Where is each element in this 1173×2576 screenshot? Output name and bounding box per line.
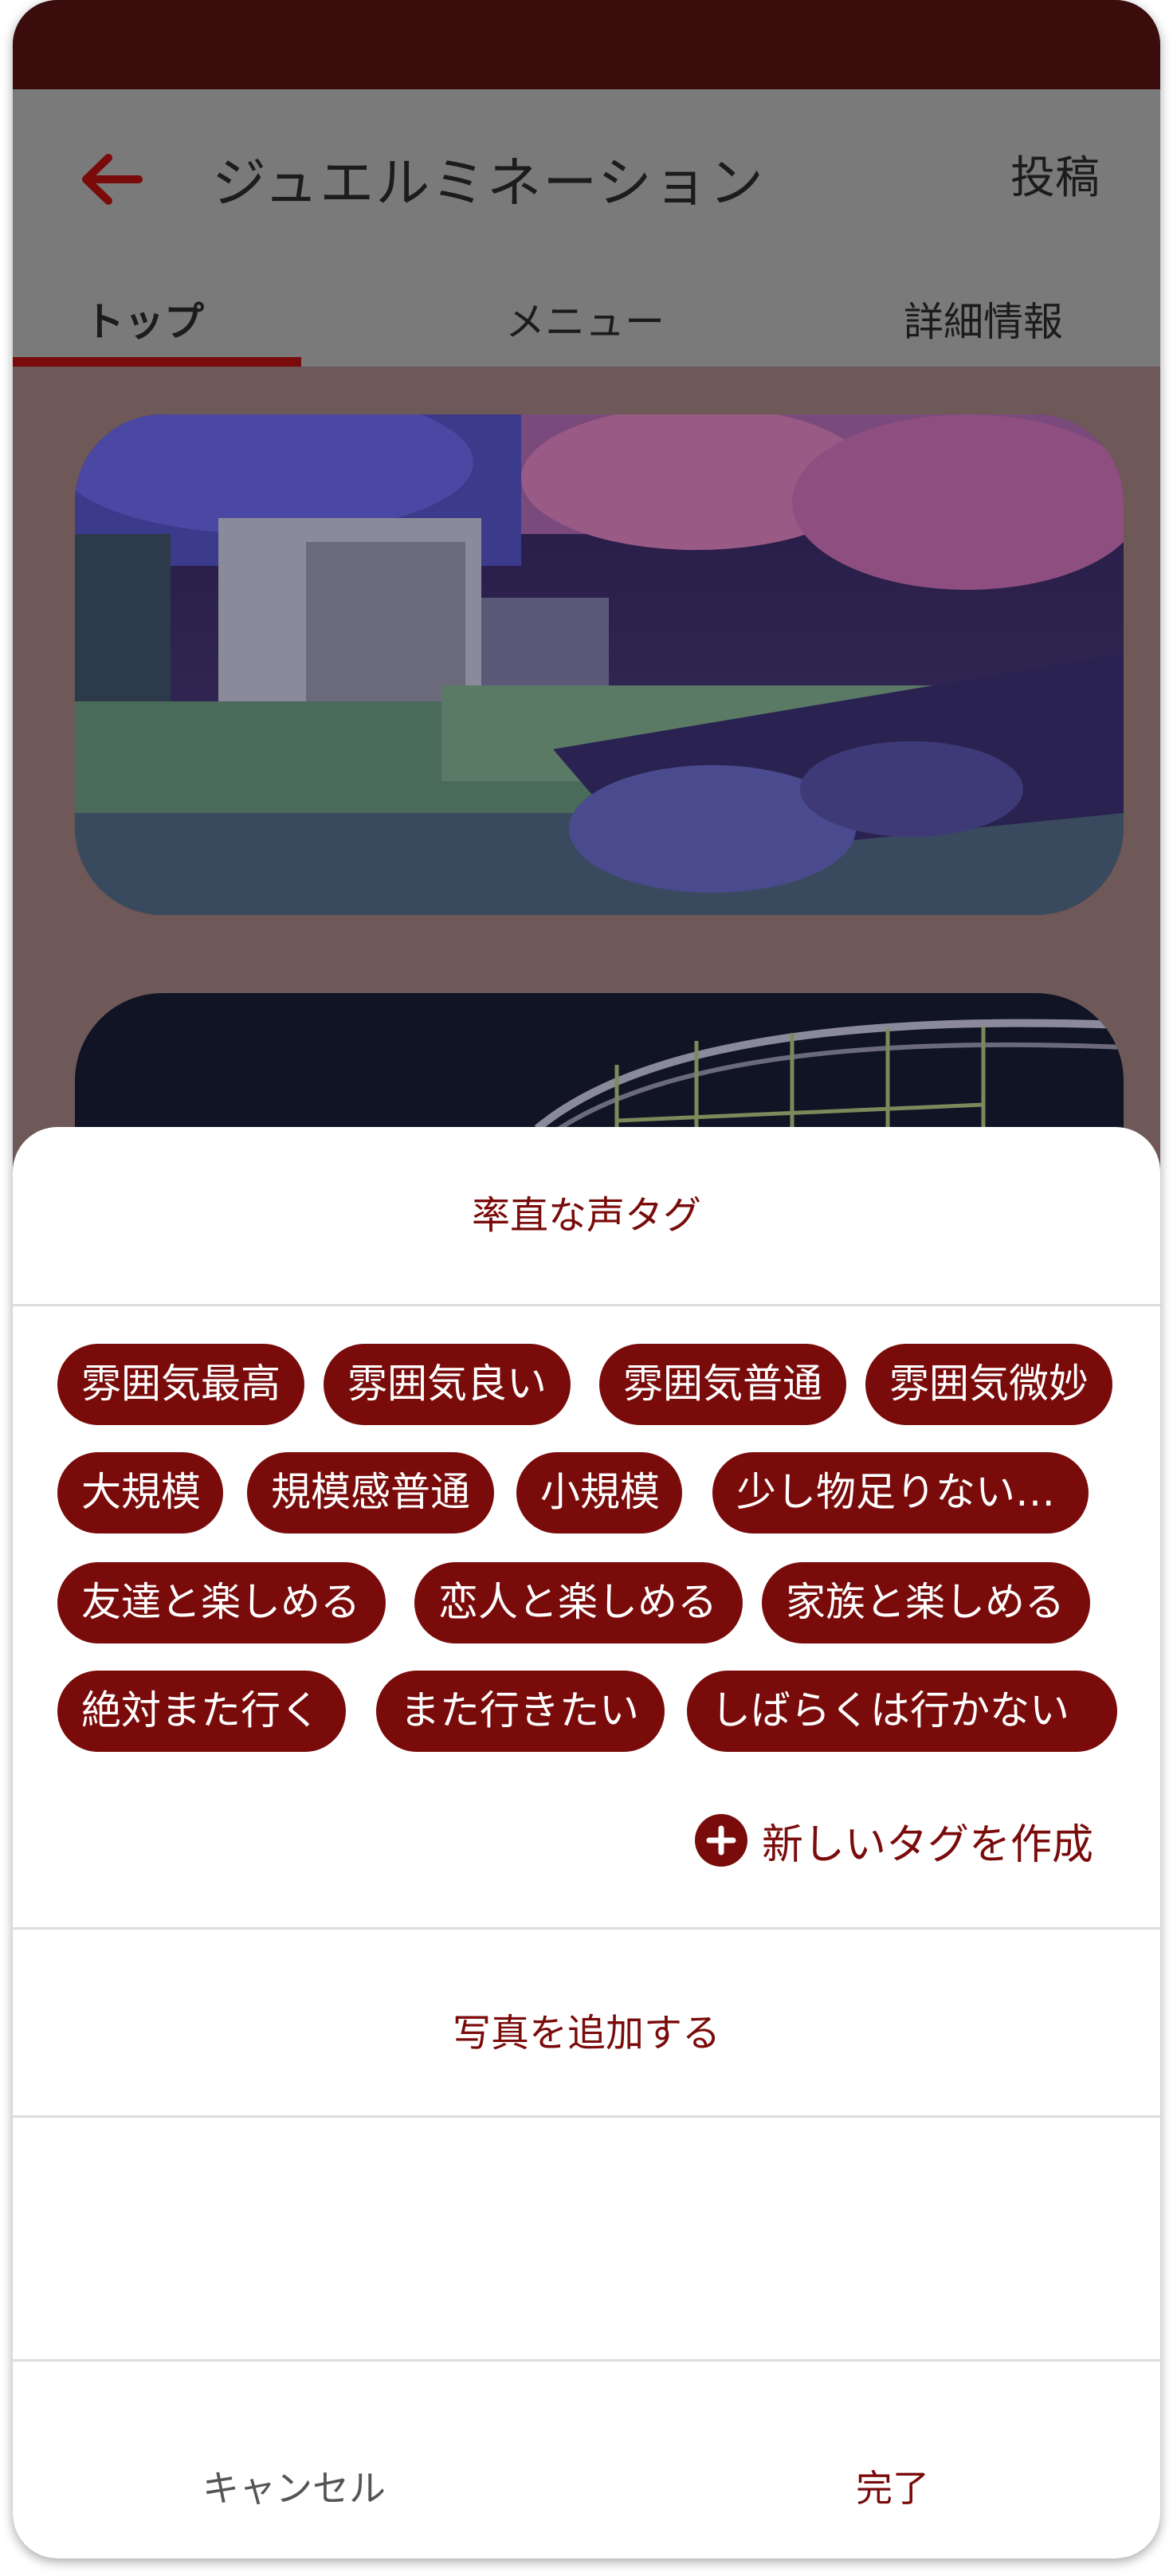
tab-menu[interactable]: メニュー <box>505 290 665 348</box>
tag-chip[interactable]: 絶対また行く <box>57 1671 346 1752</box>
tag-chip[interactable]: 小規模 <box>516 1452 682 1533</box>
venue-photo-1[interactable] <box>75 414 1124 915</box>
tag-chip[interactable]: 友達と楽しめる <box>57 1562 386 1643</box>
back-arrow-icon[interactable] <box>69 135 156 223</box>
tag-chip[interactable]: しばらくは行かない <box>687 1671 1117 1752</box>
divider <box>13 1304 1160 1306</box>
create-new-tag-label: 新しいタグを作成 <box>761 1820 1093 1869</box>
divider <box>13 2115 1160 2118</box>
tag-chip[interactable]: 規模感普通 <box>247 1452 494 1533</box>
voice-tag-bottom-sheet: 率直な声タグ 雰囲気最高 雰囲気良い 雰囲気普通 雰囲気微妙 大規模 規模感普通… <box>13 1127 1160 2558</box>
tag-chip[interactable]: 家族と楽しめる <box>762 1562 1090 1643</box>
done-button[interactable]: 完了 <box>856 2460 929 2512</box>
sheet-title: 率直な声タグ <box>471 1193 701 1238</box>
tab-details[interactable]: 詳細情報 <box>904 290 1063 348</box>
status-bar <box>13 0 1160 89</box>
tab-top[interactable]: トップ <box>84 290 204 348</box>
tab-bar: トップ メニュー 詳細情報 <box>13 263 1160 367</box>
divider <box>13 2359 1160 2362</box>
tag-chip[interactable]: 少し物足りない… <box>712 1452 1089 1533</box>
post-button[interactable]: 投稿 <box>1010 142 1100 206</box>
tag-chip[interactable]: また行きたい <box>376 1671 665 1752</box>
page-title: ジュエルミネーション <box>212 152 765 215</box>
create-new-tag-button[interactable]: 新しいタグを作成 <box>694 1812 1093 1869</box>
app-bar: ジュエルミネーション 投稿 トップ メニュー 詳細情報 <box>13 89 1160 367</box>
tag-chip[interactable]: 雰囲気最高 <box>57 1344 304 1425</box>
cancel-button[interactable]: キャンセル <box>202 2460 386 2512</box>
phone-frame: ジュエルミネーション 投稿 トップ メニュー 詳細情報 率直な声タグ 雰囲気最高… <box>13 0 1160 2558</box>
active-tab-indicator <box>13 357 301 367</box>
divider <box>13 1927 1160 1930</box>
tag-chip[interactable]: 雰囲気良い <box>324 1344 571 1425</box>
tag-chip[interactable]: 恋人と楽しめる <box>414 1562 743 1643</box>
tag-chip[interactable]: 雰囲気普通 <box>599 1344 846 1425</box>
tag-chip[interactable]: 大規模 <box>57 1452 223 1533</box>
tag-chip[interactable]: 雰囲気微妙 <box>865 1344 1112 1425</box>
plus-circle-icon <box>694 1814 747 1867</box>
add-photo-button[interactable]: 写真を追加する <box>13 1940 1160 2126</box>
